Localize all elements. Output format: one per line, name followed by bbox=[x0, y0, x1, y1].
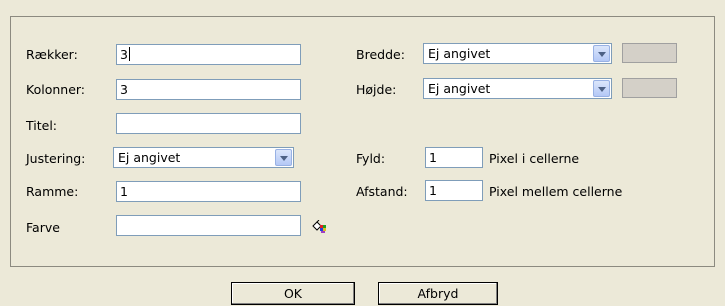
height-select[interactable]: Ej angivet bbox=[423, 78, 612, 99]
padding-input[interactable]: 1 bbox=[425, 147, 483, 168]
spacing-input[interactable]: 1 bbox=[425, 180, 483, 201]
color-label: Farve bbox=[26, 220, 60, 235]
chevron-down-icon[interactable] bbox=[593, 80, 610, 97]
cols-input[interactable]: 3 bbox=[116, 79, 301, 100]
height-select-value: Ej angivet bbox=[428, 81, 491, 96]
rows-label: Rækker: bbox=[26, 47, 78, 62]
width-select-value: Ej angivet bbox=[428, 46, 491, 61]
cancel-button[interactable]: Afbryd bbox=[378, 282, 498, 305]
spacing-label: Afstand: bbox=[356, 184, 408, 199]
align-select-value: Ej angivet bbox=[118, 150, 181, 165]
chevron-down-icon[interactable] bbox=[593, 45, 610, 62]
height-label: Højde: bbox=[356, 82, 397, 97]
align-select[interactable]: Ej angivet bbox=[113, 147, 294, 168]
width-label: Bredde: bbox=[356, 47, 405, 62]
cols-label: Kolonner: bbox=[26, 82, 86, 97]
color-picker-icon[interactable] bbox=[311, 220, 327, 234]
title-label: Titel: bbox=[26, 118, 57, 133]
align-label: Justering: bbox=[26, 151, 86, 166]
color-input[interactable] bbox=[116, 215, 301, 236]
height-value-field[interactable] bbox=[622, 78, 677, 98]
spacing-unit: Pixel mellem cellerne bbox=[489, 184, 623, 199]
border-label: Ramme: bbox=[26, 184, 79, 199]
chevron-down-icon[interactable] bbox=[275, 149, 292, 166]
padding-label: Fyld: bbox=[356, 151, 386, 166]
title-input[interactable] bbox=[116, 113, 301, 134]
width-select[interactable]: Ej angivet bbox=[423, 43, 612, 64]
border-input[interactable]: 1 bbox=[116, 181, 301, 202]
rows-input[interactable]: 3 bbox=[116, 44, 301, 65]
ok-button[interactable]: OK bbox=[231, 282, 355, 305]
padding-unit: Pixel i cellerne bbox=[489, 151, 580, 166]
width-value-field[interactable] bbox=[622, 43, 677, 63]
